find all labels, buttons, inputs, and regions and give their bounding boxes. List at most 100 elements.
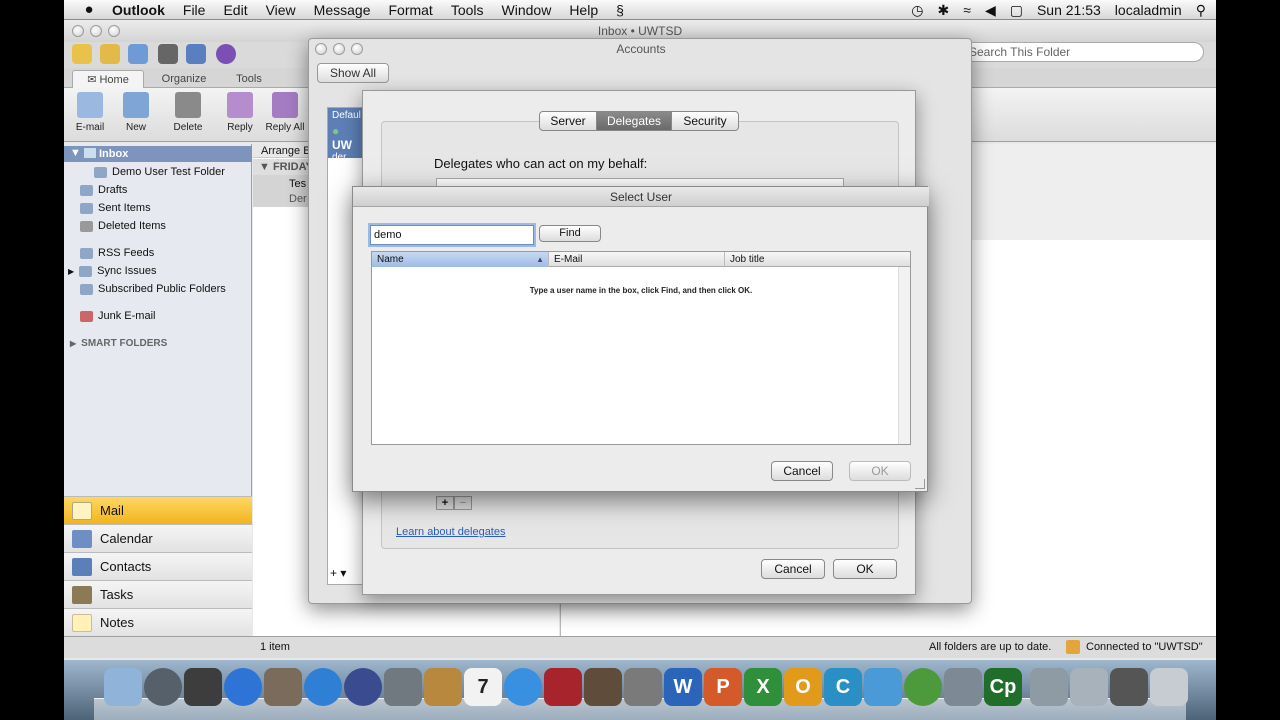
word-icon[interactable]: W [664,668,702,706]
user-search-input[interactable]: demo [370,225,534,245]
finder-icon[interactable] [104,668,142,706]
volume-icon[interactable]: ◀ [985,2,996,19]
system-preferences-icon[interactable] [624,668,662,706]
sidebar-item-drafts[interactable]: Drafts [80,182,127,198]
menu-edit[interactable]: Edit [223,2,247,18]
menu-help[interactable]: Help [569,2,598,18]
learn-delegates-link[interactable]: Learn about delegates [396,526,505,538]
menu-message[interactable]: Message [314,2,371,18]
apple-menu-icon[interactable]: ● [80,1,98,18]
tab-delegates[interactable]: Delegates [596,111,672,131]
minimize-window-button[interactable] [90,25,102,37]
battery-icon[interactable]: ▢ [1010,2,1023,19]
column-email[interactable]: E-Mail [549,252,725,267]
spotlight-icon[interactable]: ⚲ [1196,2,1206,19]
column-job-title[interactable]: Job title [725,252,910,267]
tab-organize[interactable]: Organize [152,70,216,88]
photo-booth-icon[interactable] [544,668,582,706]
menu-outlook[interactable]: Outlook [112,2,165,18]
find-button[interactable]: Find [539,225,601,242]
column-name[interactable]: Name ▲ [372,252,549,267]
launchpad-icon[interactable] [144,668,182,706]
search-input[interactable]: Search This Folder [954,42,1204,62]
nav-calendar[interactable]: Calendar [64,524,252,552]
sidebar-item-demo-folder[interactable]: Demo User Test Folder [94,164,225,180]
remote-desktop-icon[interactable] [904,668,942,706]
communicator-icon[interactable]: C [824,668,862,706]
menu-tools[interactable]: Tools [451,2,484,18]
facetime-icon[interactable] [384,668,422,706]
documents-folder-icon[interactable] [1070,668,1108,706]
smart-folders-header[interactable]: ▶ SMART FOLDERS [70,335,167,351]
print-icon[interactable] [158,44,178,64]
disclosure-triangle-icon[interactable]: ▶ [70,339,76,348]
messenger-icon[interactable] [864,668,902,706]
downloads-folder-icon[interactable] [1030,668,1068,706]
mail-app-icon[interactable] [344,668,382,706]
nav-contacts[interactable]: Contacts [64,552,252,580]
time-machine-icon[interactable]: ◷ [911,2,923,19]
zoom-window-button[interactable] [351,43,363,55]
close-window-button[interactable] [315,43,327,55]
sidebar-item-sent[interactable]: Sent Items [80,200,151,216]
account-item[interactable]: Defaul ● UW der [328,108,364,158]
reply-all-button[interactable]: Reply All [260,92,310,133]
app-store-icon[interactable] [224,668,262,706]
tab-tools[interactable]: Tools [224,70,274,88]
captivate-icon[interactable]: Cp [984,668,1022,706]
itunes-icon[interactable] [504,668,542,706]
sidebar-item-junk[interactable]: Junk E-mail [80,308,155,324]
trash-dock-icon[interactable] [1150,668,1188,706]
add-account-button[interactable]: + ▾ [330,566,346,580]
bluetooth-icon[interactable]: ✱ [938,2,950,19]
ical-icon[interactable]: 7 [464,668,502,706]
sidebar-item-public-folders[interactable]: Subscribed Public Folders [80,281,226,297]
excel-icon[interactable]: X [744,668,782,706]
sidebar-item-rss[interactable]: RSS Feeds [80,245,154,261]
email-button[interactable]: E-mail [66,92,114,133]
help-icon[interactable] [216,44,236,64]
iphoto-icon[interactable] [584,668,622,706]
menubar-user[interactable]: localadmin [1115,2,1182,18]
folder-icon[interactable] [72,44,92,64]
resize-grip-icon[interactable] [915,479,925,489]
nav-notes[interactable]: Notes [64,608,252,636]
zoom-window-button[interactable] [108,25,120,37]
reply-button[interactable]: Reply [216,92,264,133]
network-icon[interactable] [944,668,982,706]
eagle-icon[interactable] [264,668,302,706]
mission-control-icon[interactable] [184,668,222,706]
cancel-button[interactable]: Cancel [771,461,833,481]
delete-button[interactable]: Delete [164,92,212,133]
nav-mail[interactable]: Mail [64,496,252,524]
ok-button[interactable]: OK [849,461,911,481]
nav-tasks[interactable]: Tasks [64,580,252,608]
sidebar-item-deleted[interactable]: Deleted Items [80,218,166,234]
tab-home[interactable]: ✉ Home [72,70,144,88]
address-book-icon[interactable] [424,668,462,706]
menu-view[interactable]: View [266,2,296,18]
minimize-window-button[interactable] [333,43,345,55]
sidebar-item-sync-issues[interactable]: ▶ Sync Issues [68,263,156,279]
redo-icon[interactable] [128,44,148,64]
wifi-icon[interactable]: ≈ [963,2,971,18]
outlook-icon[interactable]: O [784,668,822,706]
add-delegate-button[interactable]: + [436,496,454,510]
tab-server[interactable]: Server [539,111,597,131]
results-scrollbar[interactable] [898,267,910,444]
script-menu-icon[interactable]: § [616,2,624,18]
ok-button[interactable]: OK [833,559,897,579]
close-window-button[interactable] [72,25,84,37]
tab-security[interactable]: Security [671,111,739,131]
disclosure-triangle-icon[interactable]: ▼ [70,147,81,159]
remove-delegate-button[interactable]: − [454,496,472,510]
menubar-clock[interactable]: Sun 21:53 [1037,2,1101,18]
calendar-small-icon[interactable] [186,44,206,64]
sidebar-item-inbox[interactable]: ▼ Inbox [64,146,252,162]
undo-icon[interactable] [100,44,120,64]
safari-icon[interactable] [304,668,342,706]
powerpoint-icon[interactable]: P [704,668,742,706]
disclosure-triangle-icon[interactable]: ▶ [68,267,74,276]
menu-format[interactable]: Format [388,2,432,18]
menu-window[interactable]: Window [502,2,552,18]
